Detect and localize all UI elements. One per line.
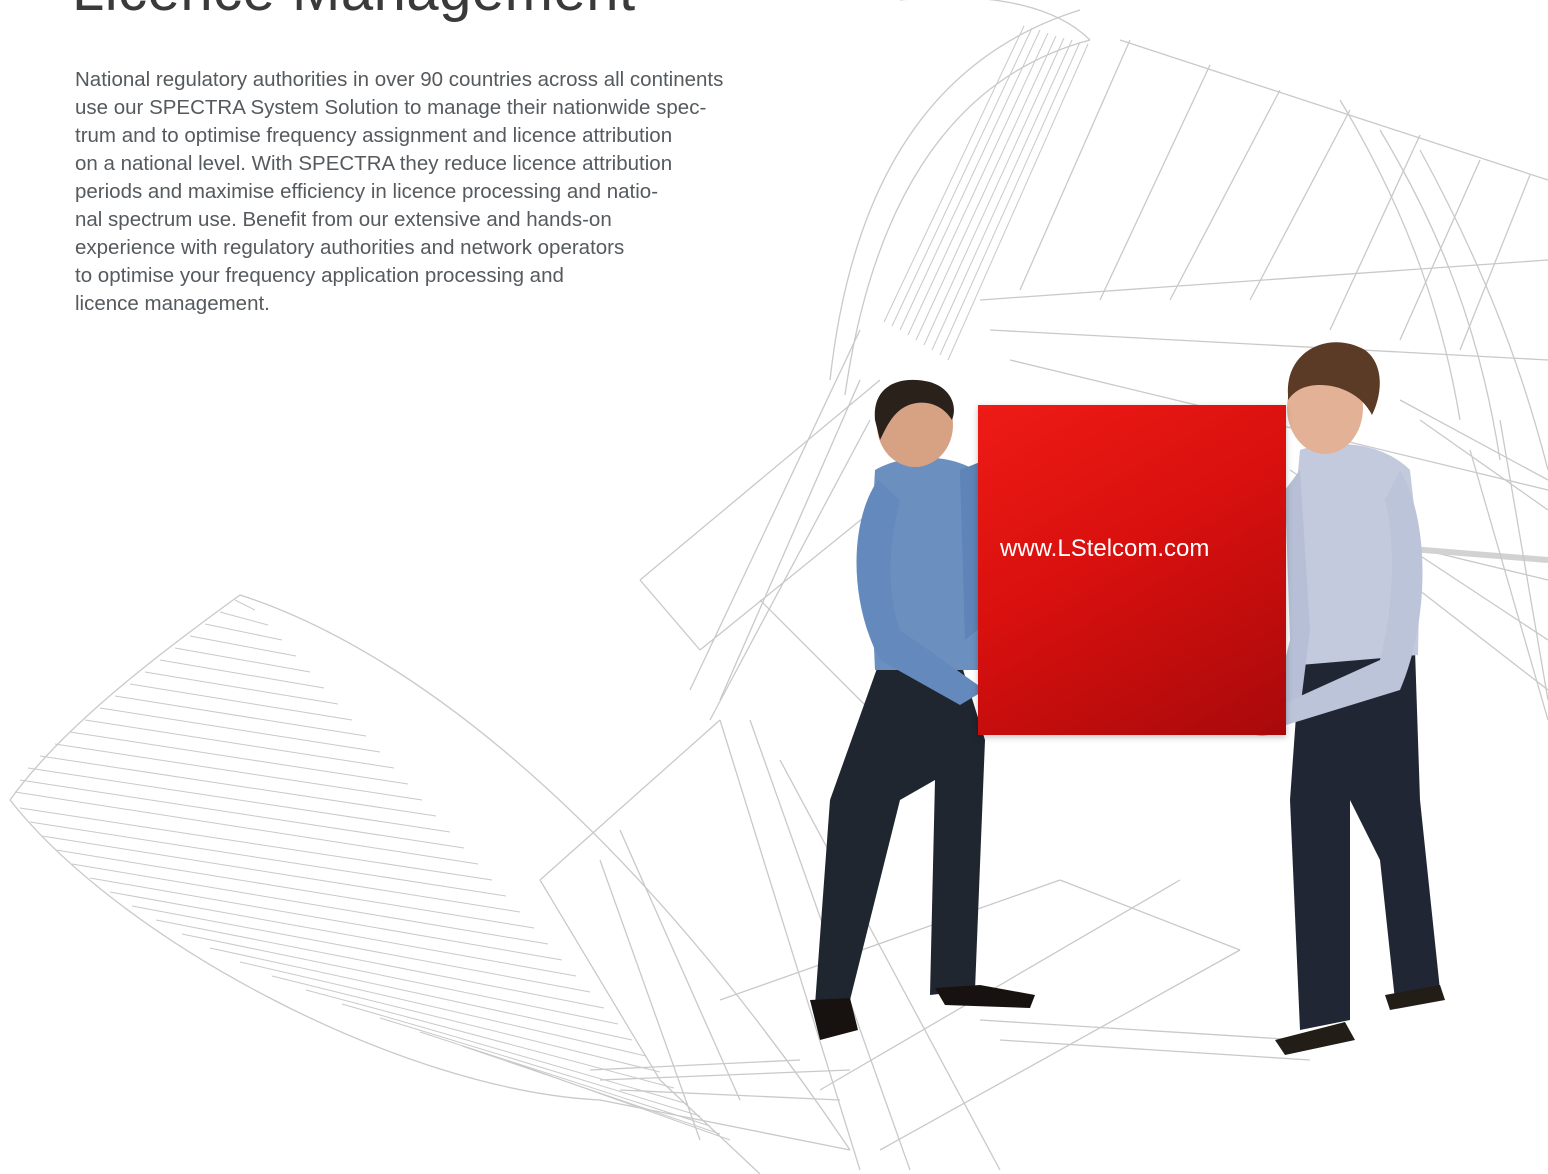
brochure-page: Licence Management National regulatory a… [0, 0, 1548, 1174]
paragraph-line: use our SPECTRA System Solution to manag… [75, 96, 707, 119]
intro-paragraph: National regulatory authorities in over … [75, 66, 723, 318]
paragraph-line: experience with regulatory authorities a… [75, 236, 625, 259]
paragraph-line: periods and maximise efficiency in licen… [75, 180, 659, 203]
paragraph-line: nal spectrum use. Benefit from our exten… [75, 208, 612, 231]
paragraph-line: on a national level. With SPECTRA they r… [75, 152, 673, 175]
red-board [978, 405, 1286, 735]
board-url-text: www.LStelcom.com [1000, 535, 1210, 562]
paragraph-line: to optimise your frequency application p… [75, 264, 564, 287]
paragraph-line: licence management. [75, 292, 270, 315]
paragraph-line: trum and to optimise frequency assignmen… [75, 124, 673, 147]
page-title: Licence Management [72, 0, 636, 20]
paragraph-line: National regulatory authorities in over … [75, 68, 724, 91]
